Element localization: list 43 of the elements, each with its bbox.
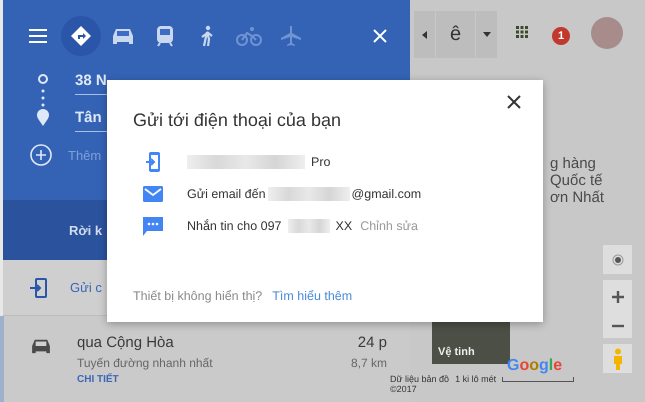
route-dots-icon bbox=[37, 74, 49, 126]
zoom-in-icon[interactable] bbox=[612, 290, 624, 302]
close-icon[interactable] bbox=[507, 95, 521, 109]
previous-button[interactable] bbox=[414, 11, 435, 58]
envelope-icon bbox=[143, 186, 163, 202]
dropdown-button[interactable] bbox=[476, 11, 497, 58]
pegman-icon bbox=[612, 348, 622, 370]
sign-in-icon bbox=[143, 152, 163, 172]
details-link[interactable]: CHI TIẾT bbox=[77, 374, 387, 385]
copyright-text: ©2017 bbox=[390, 384, 418, 394]
route-distance: 8,7 km bbox=[350, 356, 387, 370]
device-missing-question: Thiết bị không hiển thị? bbox=[133, 289, 262, 303]
map-label: Quốc tế bbox=[550, 172, 603, 189]
zoom-out-icon[interactable] bbox=[612, 324, 624, 328]
my-location-button[interactable] bbox=[603, 245, 632, 274]
google-logo: Google bbox=[507, 357, 562, 375]
add-circle-icon[interactable] bbox=[30, 144, 52, 166]
map-label: g hàng bbox=[550, 155, 596, 172]
language-label[interactable]: ê bbox=[436, 11, 475, 58]
directions-icon[interactable] bbox=[61, 16, 101, 56]
apps-grid-icon[interactable] bbox=[516, 26, 528, 38]
depart-label[interactable]: Rời k bbox=[69, 222, 102, 238]
dialog-title: Gửi tới điện thoại của bạn bbox=[133, 110, 342, 131]
caret-down-icon bbox=[482, 32, 490, 37]
route-duration: 24 p bbox=[358, 334, 387, 351]
menu-icon[interactable] bbox=[29, 29, 47, 43]
language-picker[interactable]: ê bbox=[414, 11, 497, 58]
learn-more-link[interactable]: Tìm hiểu thêm bbox=[272, 289, 352, 303]
location-target-icon bbox=[610, 252, 624, 266]
satellite-label: Vệ tinh bbox=[438, 346, 475, 358]
route-name: qua Cộng Hòa bbox=[77, 334, 174, 351]
notification-badge[interactable]: 1 bbox=[552, 27, 570, 45]
scale-label: 1 ki lô mét bbox=[455, 374, 496, 384]
map-attribution[interactable]: Dữ liệu bản đồ bbox=[390, 374, 450, 384]
car-icon bbox=[31, 338, 51, 354]
sign-in-icon[interactable] bbox=[30, 276, 48, 298]
chat-icon bbox=[143, 216, 163, 236]
route-note: Tuyến đường nhanh nhất bbox=[77, 356, 213, 370]
send-to-phone-link[interactable]: Gửi c bbox=[70, 280, 102, 295]
sms-option[interactable]: Nhắn tin cho 097 XX bbox=[187, 219, 352, 233]
caret-left-icon bbox=[422, 30, 427, 38]
map-label: ơn Nhất bbox=[550, 189, 604, 206]
email-option[interactable]: Gửi email đến @gmail.com bbox=[187, 187, 422, 201]
